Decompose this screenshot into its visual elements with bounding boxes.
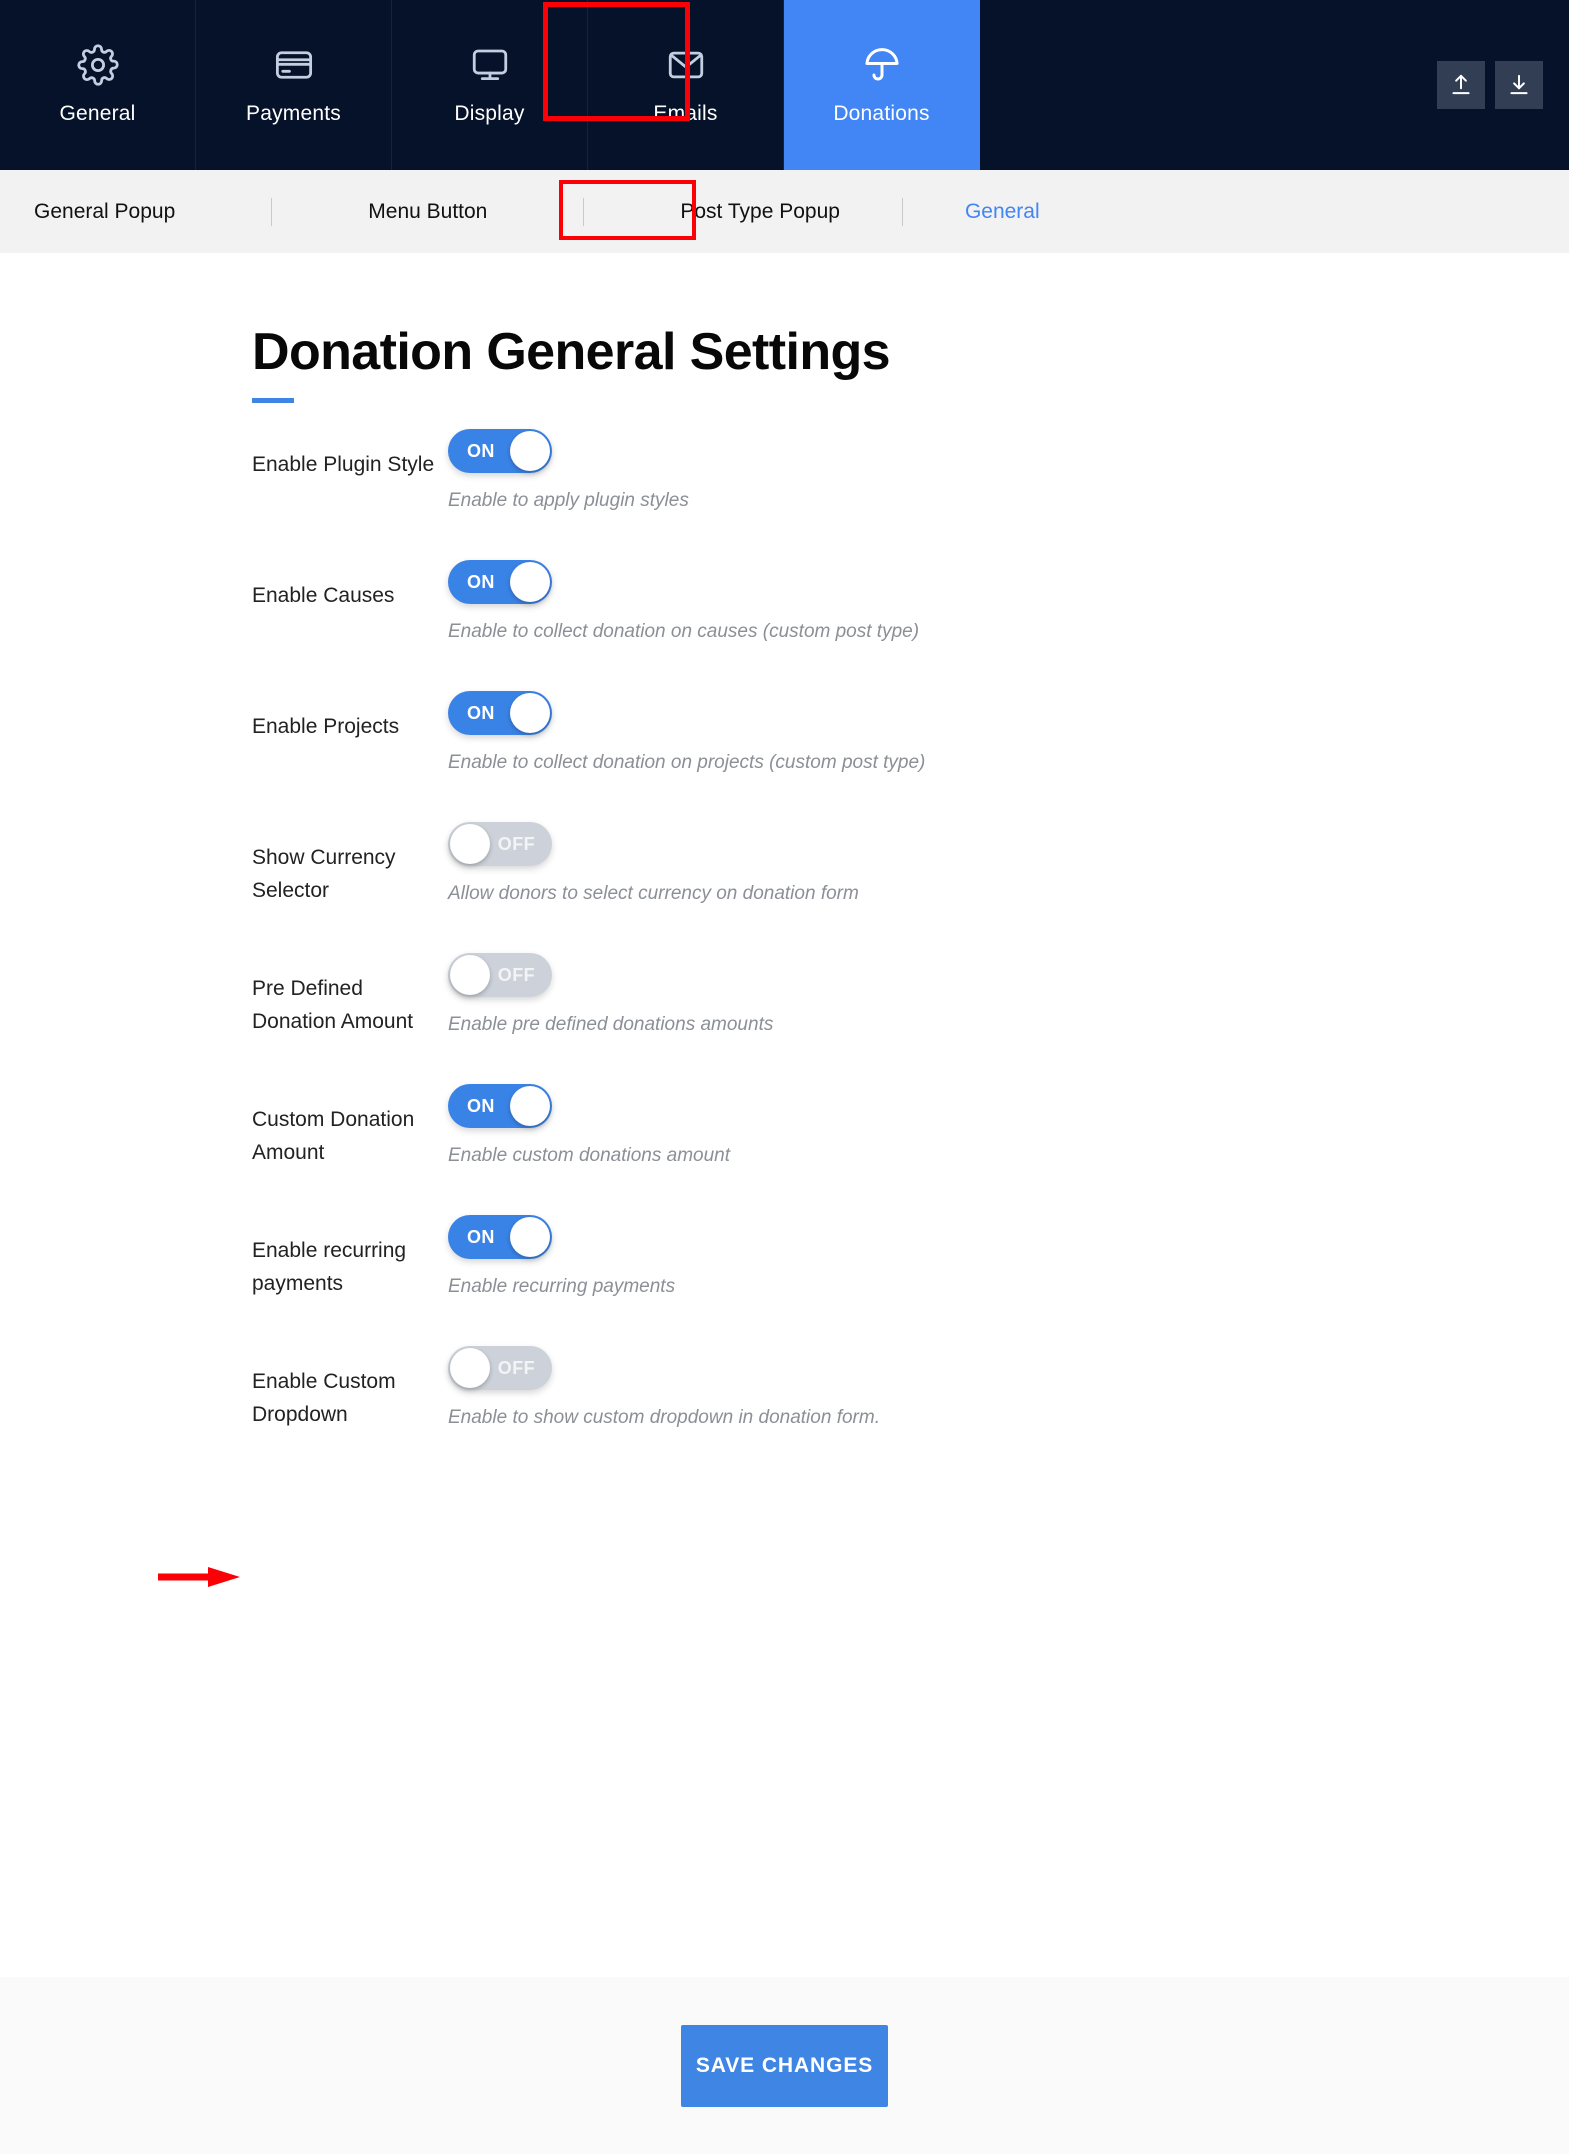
toggle-knob [510, 561, 550, 602]
setting-row: Show Currency Selector OFF Allow donors … [252, 821, 1569, 953]
umbrella-icon [861, 44, 903, 86]
toggle-knob [510, 1085, 550, 1126]
save-changes-button[interactable]: SAVE CHANGES [681, 2024, 888, 2107]
toggle-enable-custom-dropdown[interactable]: OFF [448, 1345, 552, 1390]
subtab-menu-button[interactable]: Menu Button [368, 200, 487, 224]
setting-control: ON Enable to collect donation on project… [448, 690, 1569, 776]
setting-control: ON Enable custom donations amount [448, 1083, 1569, 1169]
toggle-custom-donation-amount[interactable]: ON [448, 1083, 552, 1128]
setting-label: Enable Causes [252, 583, 395, 607]
upload-icon [1448, 72, 1474, 98]
credit-card-icon [273, 44, 315, 86]
setting-row: Enable Causes ON Enable to collect donat… [252, 559, 1569, 691]
setting-row: Enable Plugin Style ON Enable to apply p… [252, 428, 1569, 560]
setting-description: Enable to apply plugin styles [448, 489, 689, 511]
subtab-divider [583, 197, 585, 226]
annotation-highlight-general-subtab [559, 180, 696, 240]
setting-label: Enable recurring payments [252, 1238, 407, 1295]
import-button[interactable] [1437, 61, 1485, 109]
setting-control: OFF Enable to show custom dropdown in do… [448, 1345, 1569, 1431]
nav-tab-emails[interactable]: Emails [588, 0, 784, 170]
nav-tab-display[interactable]: Display [392, 0, 588, 170]
toggle-state-label: ON [467, 440, 495, 461]
setting-label: Enable Projects [252, 714, 400, 738]
setting-control: OFF Allow donors to select currency on d… [448, 821, 1569, 907]
nav-tab-general[interactable]: General [0, 0, 196, 170]
export-button[interactable] [1495, 61, 1543, 109]
setting-label: Enable Custom Dropdown [252, 1369, 396, 1426]
monitor-icon [469, 44, 511, 86]
settings-page: General Payments Display Emails Donation… [0, 0, 1569, 2154]
toggle-state-label: OFF [497, 1357, 535, 1378]
subtab-post-type-popup[interactable]: Post Type Popup [680, 200, 840, 224]
setting-row: Enable Projects ON Enable to collect don… [252, 690, 1569, 822]
page-footer: SAVE CHANGES [0, 1977, 1569, 2154]
nav-tab-label: General [59, 102, 136, 125]
toggle-state-label: ON [467, 1095, 495, 1116]
settings-list: Enable Plugin Style ON Enable to apply p… [252, 428, 1569, 1477]
toggle-enable-projects[interactable]: ON [448, 690, 552, 735]
toggle-state-label: ON [467, 702, 495, 723]
nav-tab-label: Display [454, 102, 525, 125]
setting-control: ON Enable to apply plugin styles [448, 428, 1569, 514]
toggle-enable-causes[interactable]: ON [448, 559, 552, 604]
download-icon [1506, 72, 1532, 98]
toggle-show-currency-selector[interactable]: OFF [448, 821, 552, 866]
toggle-knob [450, 954, 490, 995]
toggle-knob [450, 823, 490, 864]
primary-nav: General Payments Display Emails Donation… [0, 0, 1569, 170]
main-content: Donation General Settings Enable Plugin … [0, 253, 1569, 1977]
nav-tab-donations[interactable]: Donations [784, 0, 980, 170]
setting-row: Enable recurring payments ON Enable recu… [252, 1214, 1569, 1346]
subtab-divider [901, 197, 903, 226]
toggle-state-label: ON [467, 571, 495, 592]
setting-control: ON Enable to collect donation on causes … [448, 559, 1569, 645]
setting-label: Enable Plugin Style [252, 452, 435, 476]
toggle-knob [510, 692, 550, 733]
toggle-state-label: OFF [497, 964, 535, 985]
setting-description: Enable recurring payments [448, 1275, 676, 1297]
toggle-knob [510, 1216, 550, 1257]
nav-tab-label: Payments [246, 102, 341, 125]
nav-tab-label: Donations [833, 102, 930, 125]
nav-tab-label: Emails [653, 102, 718, 125]
title-underline [252, 397, 294, 403]
setting-row: Custom Donation Amount ON Enable custom … [252, 1083, 1569, 1215]
setting-row: Pre Defined Donation Amount OFF Enable p… [252, 952, 1569, 1084]
setting-control: ON Enable recurring payments [448, 1214, 1569, 1300]
toggle-pre-defined-donation-amount[interactable]: OFF [448, 952, 552, 997]
gear-icon [76, 44, 119, 86]
setting-description: Enable to show custom dropdown in donati… [448, 1406, 880, 1428]
setting-label: Pre Defined Donation Amount [252, 976, 414, 1033]
secondary-nav: General Popup Menu Button Post Type Popu… [0, 170, 1569, 253]
toggle-enable-recurring-payments[interactable]: ON [448, 1214, 552, 1259]
setting-control: OFF Enable pre defined donations amounts [448, 952, 1569, 1038]
toggle-knob [510, 430, 550, 471]
toggle-enable-plugin-style[interactable]: ON [448, 428, 552, 473]
subtab-general[interactable]: General [965, 200, 1040, 224]
setting-row: Enable Custom Dropdown OFF Enable to sho… [252, 1345, 1569, 1477]
envelope-icon [665, 44, 707, 86]
toggle-state-label: ON [467, 1226, 495, 1247]
setting-description: Allow donors to select currency on donat… [448, 882, 859, 904]
setting-description: Enable pre defined donations amounts [448, 1013, 774, 1035]
toggle-state-label: OFF [497, 833, 535, 854]
page-title: Donation General Settings [252, 323, 891, 381]
setting-description: Enable to collect donation on causes (cu… [448, 620, 920, 642]
setting-label: Show Currency Selector [252, 845, 396, 902]
setting-description: Enable custom donations amount [448, 1144, 731, 1166]
subtab-general-popup[interactable]: General Popup [34, 200, 175, 224]
setting-description: Enable to collect donation on projects (… [448, 751, 926, 773]
setting-label: Custom Donation Amount [252, 1107, 415, 1164]
nav-tab-payments[interactable]: Payments [196, 0, 392, 170]
toggle-knob [450, 1347, 490, 1388]
nav-actions [1437, 0, 1569, 170]
subtab-divider [271, 197, 273, 226]
